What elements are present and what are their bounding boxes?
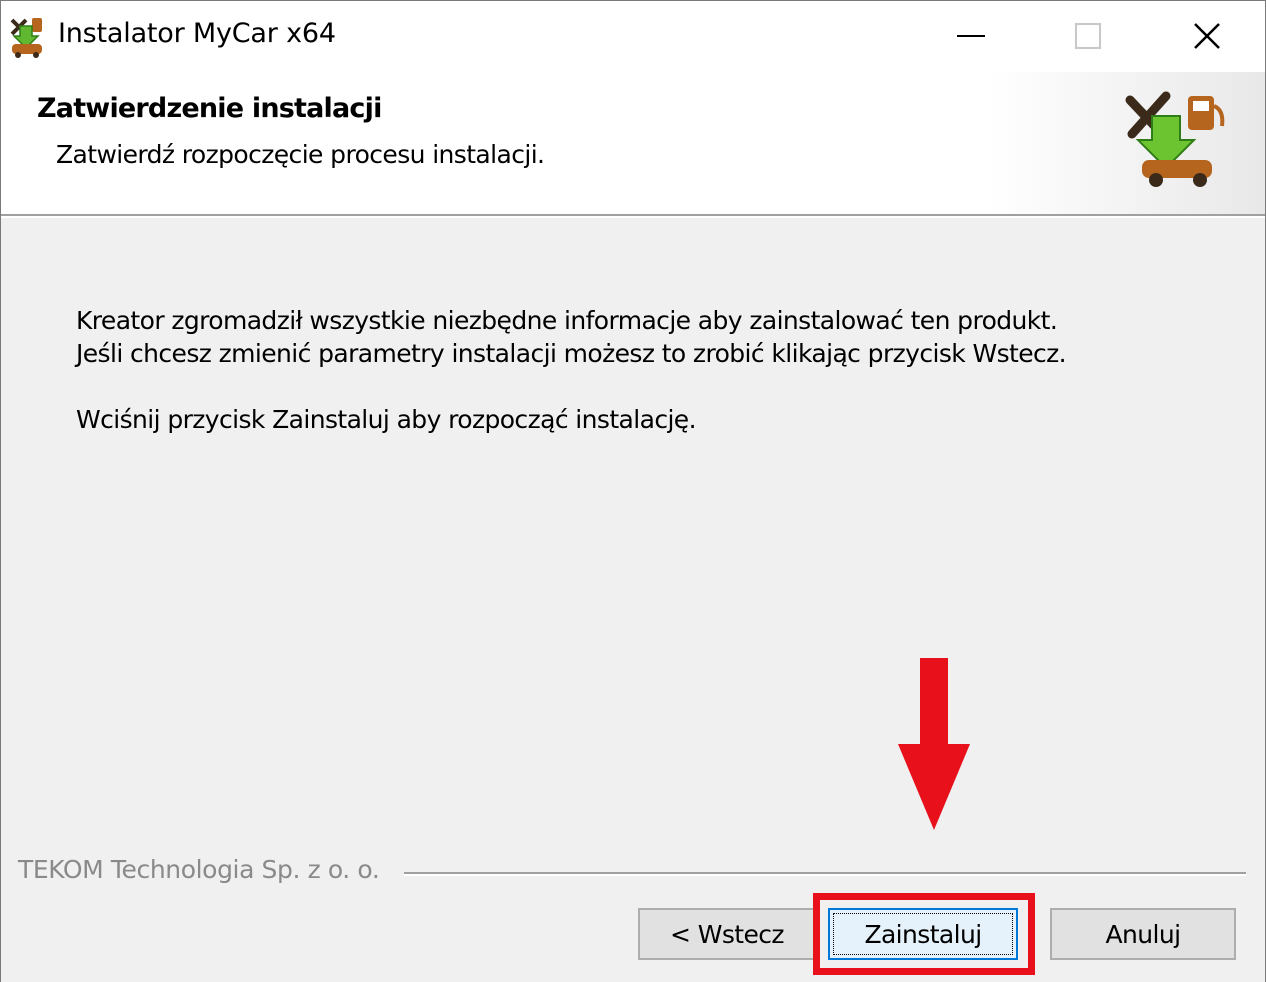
- window-title: Instalator MyCar x64: [58, 18, 336, 49]
- page-title: Zatwierdzenie instalacji: [37, 93, 382, 124]
- wizard-header: Zatwierdzenie instalacji Zatwierdź rozpo…: [0, 72, 1266, 214]
- down-arrow-icon: [898, 658, 970, 830]
- mycar-logo-icon: [1125, 91, 1225, 187]
- back-button[interactable]: < Wstecz: [638, 908, 816, 960]
- page-subtitle: Zatwierdź rozpoczęcie procesu instalacji…: [56, 140, 545, 169]
- close-button[interactable]: [1148, 0, 1266, 72]
- maximize-icon: [1075, 23, 1101, 49]
- info-line-2: Jeśli chcesz zmienić parametry instalacj…: [76, 339, 1067, 368]
- company-branding: TEKOM Technologia Sp. z o. o.: [18, 855, 380, 884]
- footer-divider-highlight: [404, 874, 1246, 876]
- highlight-box: [813, 893, 1035, 975]
- cancel-button[interactable]: Anuluj: [1050, 908, 1236, 960]
- title-bar[interactable]: Instalator MyCar x64: [0, 0, 1266, 72]
- maximize-button[interactable]: [1027, 0, 1149, 72]
- header-divider-highlight: [0, 216, 1266, 218]
- info-line-3: Wciśnij przycisk Zainstaluj aby rozpoczą…: [76, 405, 697, 434]
- minimize-icon: [957, 35, 985, 37]
- info-line-1: Kreator zgromadził wszystkie niezbędne i…: [76, 306, 1058, 335]
- app-icon: [10, 18, 42, 58]
- close-icon: [1194, 23, 1220, 49]
- minimize-button[interactable]: [910, 0, 1032, 72]
